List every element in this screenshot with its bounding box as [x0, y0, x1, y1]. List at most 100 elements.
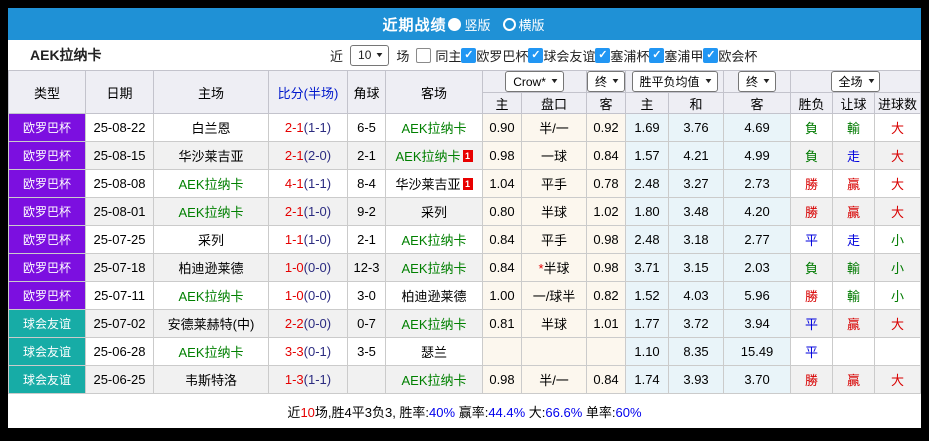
summary-segment: 10	[300, 404, 315, 420]
avg-draw-cell: 3.27	[668, 169, 725, 198]
title-bar: 近期战绩 竖版 横版	[8, 8, 921, 40]
odds-home-cell: 0.98	[482, 141, 522, 170]
league-checkbox[interactable]: ✓	[703, 47, 719, 63]
away-team-cell: 华沙莱吉亚 1	[385, 169, 483, 198]
odds-time-header: 终 ▼	[586, 70, 627, 93]
summary-segment: 单率:	[582, 404, 616, 420]
home-team-cell: 柏迪逊莱德	[153, 253, 269, 282]
odds-home-cell: 1.04	[482, 169, 522, 198]
team-label: 柏迪逊莱德	[178, 261, 244, 276]
avg-select[interactable]: 胜平负均值 ▼	[631, 71, 718, 92]
result-cell: 平	[790, 309, 834, 338]
league-filter-item[interactable]: ✓ 球会友谊	[528, 46, 595, 65]
home-team-cell: 华沙莱吉亚	[153, 141, 269, 170]
vertical-radio-label[interactable]: 竖版	[464, 15, 490, 34]
page-title: 近期战绩	[382, 16, 447, 34]
handicap-result-cell: 走	[832, 225, 876, 254]
odds-time-select[interactable]: 终 ▼	[587, 71, 625, 92]
league-filters: ✓ 欧罗巴杯 ✓ 球会友谊 ✓ 塞浦杯 ✓ 塞浦甲 ✓ 欧会杯	[461, 46, 757, 65]
league-checkbox[interactable]: ✓	[595, 47, 611, 63]
layout-radio-group: 竖版 横版	[448, 15, 546, 34]
corners-cell: 0-7	[347, 309, 386, 338]
odds-home-cell: 0.84	[482, 253, 522, 282]
odds-away-cell: 0.98	[586, 253, 627, 282]
team-label: 采列	[420, 205, 447, 220]
league-label[interactable]: 球会友谊	[543, 46, 595, 65]
score-cell: 2-2(0-0)	[268, 309, 348, 338]
chevron-down-icon: ▼	[549, 78, 560, 85]
match-type-badge: 欧罗巴杯	[8, 253, 86, 282]
league-checkbox[interactable]: ✓	[649, 47, 665, 63]
sub-header-avg-draw: 和	[668, 92, 725, 114]
match-date: 25-07-11	[85, 281, 154, 310]
avg-time-select[interactable]: 终 ▼	[738, 71, 776, 92]
team-label: AEK拉纳卡	[401, 261, 467, 276]
score-cell: 1-0(0-0)	[268, 281, 348, 310]
window-frame: 近期战绩 竖版 横版 AEK拉纳卡 近 10 ▼ 场 同主 ✓ 欧罗巴杯 ✓ 球会友谊 ✓…	[0, 0, 929, 441]
match-type-badge: 欧罗巴杯	[8, 169, 86, 198]
vertical-radio[interactable]	[448, 17, 462, 31]
league-filter-item[interactable]: ✓ 塞浦杯	[595, 46, 649, 65]
home-team-cell: AEK拉纳卡	[153, 337, 269, 366]
handicap-cell: 平手	[520, 225, 588, 254]
away-team-cell: 瑟兰	[385, 337, 483, 366]
team-label: 采列	[197, 233, 224, 248]
filter-bar: AEK拉纳卡 近 10 ▼ 场 同主 ✓ 欧罗巴杯 ✓ 球会友谊 ✓ 塞浦杯 ✓ 塞浦甲 ✓ 欧会杯	[8, 40, 921, 70]
avg-away-cell: 2.73	[723, 169, 792, 198]
horizontal-radio[interactable]	[502, 17, 516, 31]
halftime-score: (0-0)	[303, 316, 332, 331]
league-filter-item[interactable]: ✓ 欧罗巴杯	[461, 46, 528, 65]
league-checkbox[interactable]: ✓	[528, 47, 544, 63]
summary-segment: 近	[287, 404, 301, 420]
corners-cell: 3-5	[347, 337, 386, 366]
same-home-checkbox[interactable]	[416, 47, 432, 63]
same-home-label[interactable]: 同主	[435, 46, 461, 65]
handicap-result-cell: 贏	[832, 365, 876, 394]
corners-cell: 2-1	[347, 141, 386, 170]
table-header: 类型 日期 主场 比分(半场) 角球 客场 Crow* ▼ 终 ▼ 胜平负均值 ▼	[8, 70, 921, 114]
league-checkbox[interactable]: ✓	[461, 47, 477, 63]
avg-draw-cell: 3.72	[668, 309, 725, 338]
team-label: 柏迪逊莱德	[401, 289, 467, 304]
league-label[interactable]: 欧会杯	[718, 46, 757, 65]
avg-home-cell: 1.57	[625, 141, 670, 170]
odds-home-cell	[482, 337, 522, 366]
goals-cell: 大	[874, 309, 921, 338]
halftime-score: (0-0)	[303, 288, 332, 303]
avg-draw-cell: 3.18	[668, 225, 725, 254]
table-row: 欧罗巴杯 25-08-08 AEK拉纳卡 4-1(1-1) 8-4 华沙莱吉亚 1 1.04 平…	[8, 169, 921, 198]
summary-segment: 40%	[429, 404, 456, 420]
home-team-cell: 安德莱赫特(中)	[153, 309, 269, 338]
red-card-badge: 1	[462, 150, 473, 162]
home-team-cell: AEK拉纳卡	[153, 169, 269, 198]
league-label[interactable]: 塞浦杯	[610, 46, 649, 65]
handicap-cell	[520, 337, 588, 366]
league-filter-item[interactable]: ✓ 塞浦甲	[649, 46, 703, 65]
league-label[interactable]: 欧罗巴杯	[476, 46, 528, 65]
fulltime-score: 1-0	[284, 288, 304, 303]
recent-count-select[interactable]: 10 ▼	[350, 44, 390, 66]
team-label: AEK拉纳卡	[395, 149, 461, 164]
halftime-score: (0-0)	[303, 260, 332, 275]
avg-away-cell: 2.03	[723, 253, 792, 282]
fulltime-score: 2-2	[284, 316, 304, 331]
table-row: 球会友谊 25-06-28 AEK拉纳卡 3-3(0-1) 3-5 瑟兰 1.10 8.35 1…	[8, 337, 921, 366]
scope-select[interactable]: 全场 ▼	[830, 71, 881, 92]
horizontal-radio-label[interactable]: 横版	[519, 15, 545, 34]
league-filter-item[interactable]: ✓ 欧会杯	[703, 46, 757, 65]
summary-segment: 场,胜4平3负3, 胜率:	[314, 404, 430, 420]
team-label: AEK拉纳卡	[401, 121, 467, 136]
score-cell: 2-1(1-1)	[268, 113, 348, 142]
odds-company-select[interactable]: Crow* ▼	[505, 71, 564, 92]
match-date: 25-08-22	[85, 113, 154, 142]
sub-header-avg-home: 主	[625, 92, 670, 114]
home-team-cell: 白兰恩	[153, 113, 269, 142]
avg-away-cell: 3.70	[723, 365, 792, 394]
away-team-cell: AEK拉纳卡	[385, 225, 483, 254]
league-label[interactable]: 塞浦甲	[664, 46, 703, 65]
result-cell: 平	[790, 225, 834, 254]
avg-home-cell: 1.69	[625, 113, 670, 142]
sub-header-handicap-result: 让球	[832, 92, 876, 114]
score-cell: 1-1(1-0)	[268, 225, 348, 254]
handicap-result-cell: 輸	[832, 281, 876, 310]
